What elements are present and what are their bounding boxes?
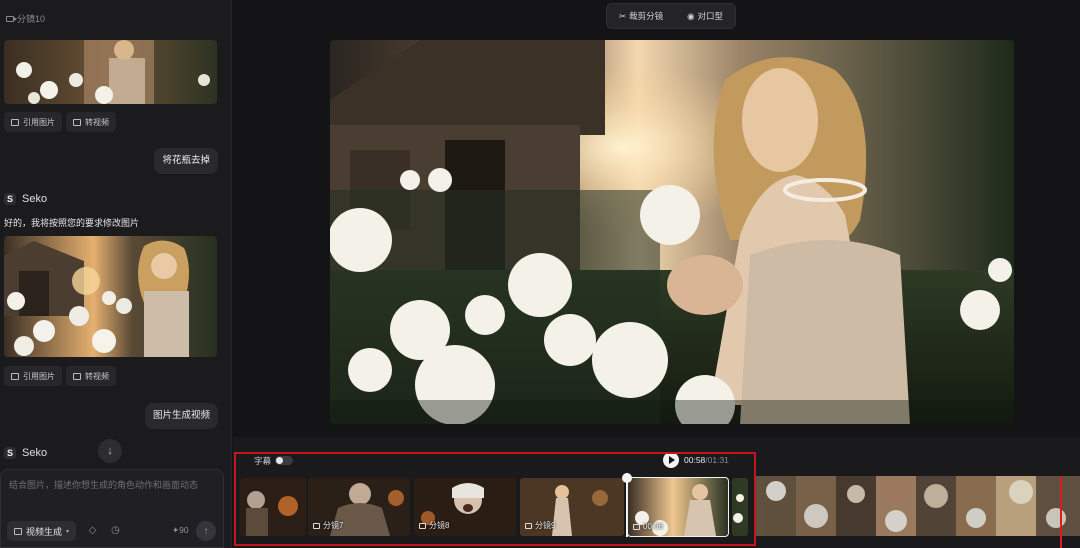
red-position-marker: [1060, 476, 1062, 548]
generated-image-thumbnail[interactable]: [4, 236, 217, 357]
quote-image-button[interactable]: 引用图片: [4, 366, 62, 386]
chat-panel: 分镜10 引用图片 转视频 将花瓶去掉 S Seko 好的，我将按照您的要求修改…: [0, 0, 232, 548]
image-actions-1: 引用图片 转视频: [4, 112, 116, 132]
credits-value: 90: [179, 525, 189, 535]
to-video-button[interactable]: 转视频: [66, 112, 116, 132]
chat-header: 分镜10: [6, 12, 45, 25]
image-icon: [11, 372, 19, 380]
lip-sync-button[interactable]: ◉ 对口型: [687, 10, 723, 22]
cut-shot-label: 裁剪分镜: [629, 11, 664, 21]
clock-icon[interactable]: ◷: [110, 525, 121, 536]
to-video-label: 转视频: [85, 117, 109, 127]
scissors-icon: ✂: [618, 10, 627, 21]
arrow-up-icon: ↑: [203, 525, 209, 537]
scroll-down-button[interactable]: ↓: [98, 439, 122, 463]
seko-logo-icon: S: [4, 447, 16, 459]
bot-identity: S Seko: [4, 193, 47, 205]
seko-logo-icon: S: [4, 193, 16, 205]
prompt-input[interactable]: [9, 478, 217, 508]
video-convert-icon: [73, 372, 81, 380]
user-message: 将花瓶去掉: [154, 148, 218, 174]
chevron-down-icon: ▾: [66, 528, 70, 535]
blurred-clip-strip: [756, 476, 1080, 536]
cut-shot-button[interactable]: ✂ 裁剪分镜: [619, 10, 663, 22]
image-actions-2: 引用图片 转视频: [4, 366, 116, 386]
video-preview[interactable]: [330, 40, 1014, 424]
credits-counter: ✦90: [172, 525, 189, 535]
mode-label: 视频生成: [26, 526, 63, 537]
video-convert-icon: [73, 118, 81, 126]
cube-icon[interactable]: ◇: [87, 525, 98, 536]
quote-image-label: 引用图片: [23, 371, 55, 381]
send-button[interactable]: ↑: [196, 521, 216, 541]
user-message: 图片生成视频: [144, 403, 218, 429]
to-video-button[interactable]: 转视频: [66, 366, 116, 386]
quote-image-label: 引用图片: [23, 117, 55, 127]
image-icon: [11, 118, 19, 126]
bot-identity: S Seko: [4, 447, 47, 459]
mode-selector[interactable]: 视频生成 ▾: [7, 521, 77, 541]
eye-icon: ◉: [687, 10, 695, 21]
to-video-label: 转视频: [85, 371, 109, 381]
lip-sync-label: 对口型: [697, 11, 723, 21]
video-editor-app: 分镜10 引用图片 转视频 将花瓶去掉 S Seko 好的，我将按照您的要求修改…: [0, 0, 1080, 548]
bot-name: Seko: [22, 193, 48, 205]
video-mode-icon: [14, 527, 22, 535]
chat-header-label: 分镜10: [17, 14, 46, 24]
arrow-down-icon: ↓: [107, 445, 113, 457]
preview-toolbar: ✂ 裁剪分镜 ◉ 对口型: [606, 3, 736, 29]
generated-image-thumbnail[interactable]: [4, 40, 217, 104]
bot-reply: 好的，我将按照您的要求修改图片: [4, 218, 140, 228]
timeline-highlight-frame: [234, 452, 756, 546]
playhead[interactable]: [622, 473, 632, 537]
composer: 视频生成 ▾ ◇ ◷ ✦90 ↑: [0, 469, 224, 548]
quote-image-button[interactable]: 引用图片: [4, 112, 62, 132]
video-camera-icon: [6, 15, 17, 22]
bot-name: Seko: [22, 447, 48, 459]
